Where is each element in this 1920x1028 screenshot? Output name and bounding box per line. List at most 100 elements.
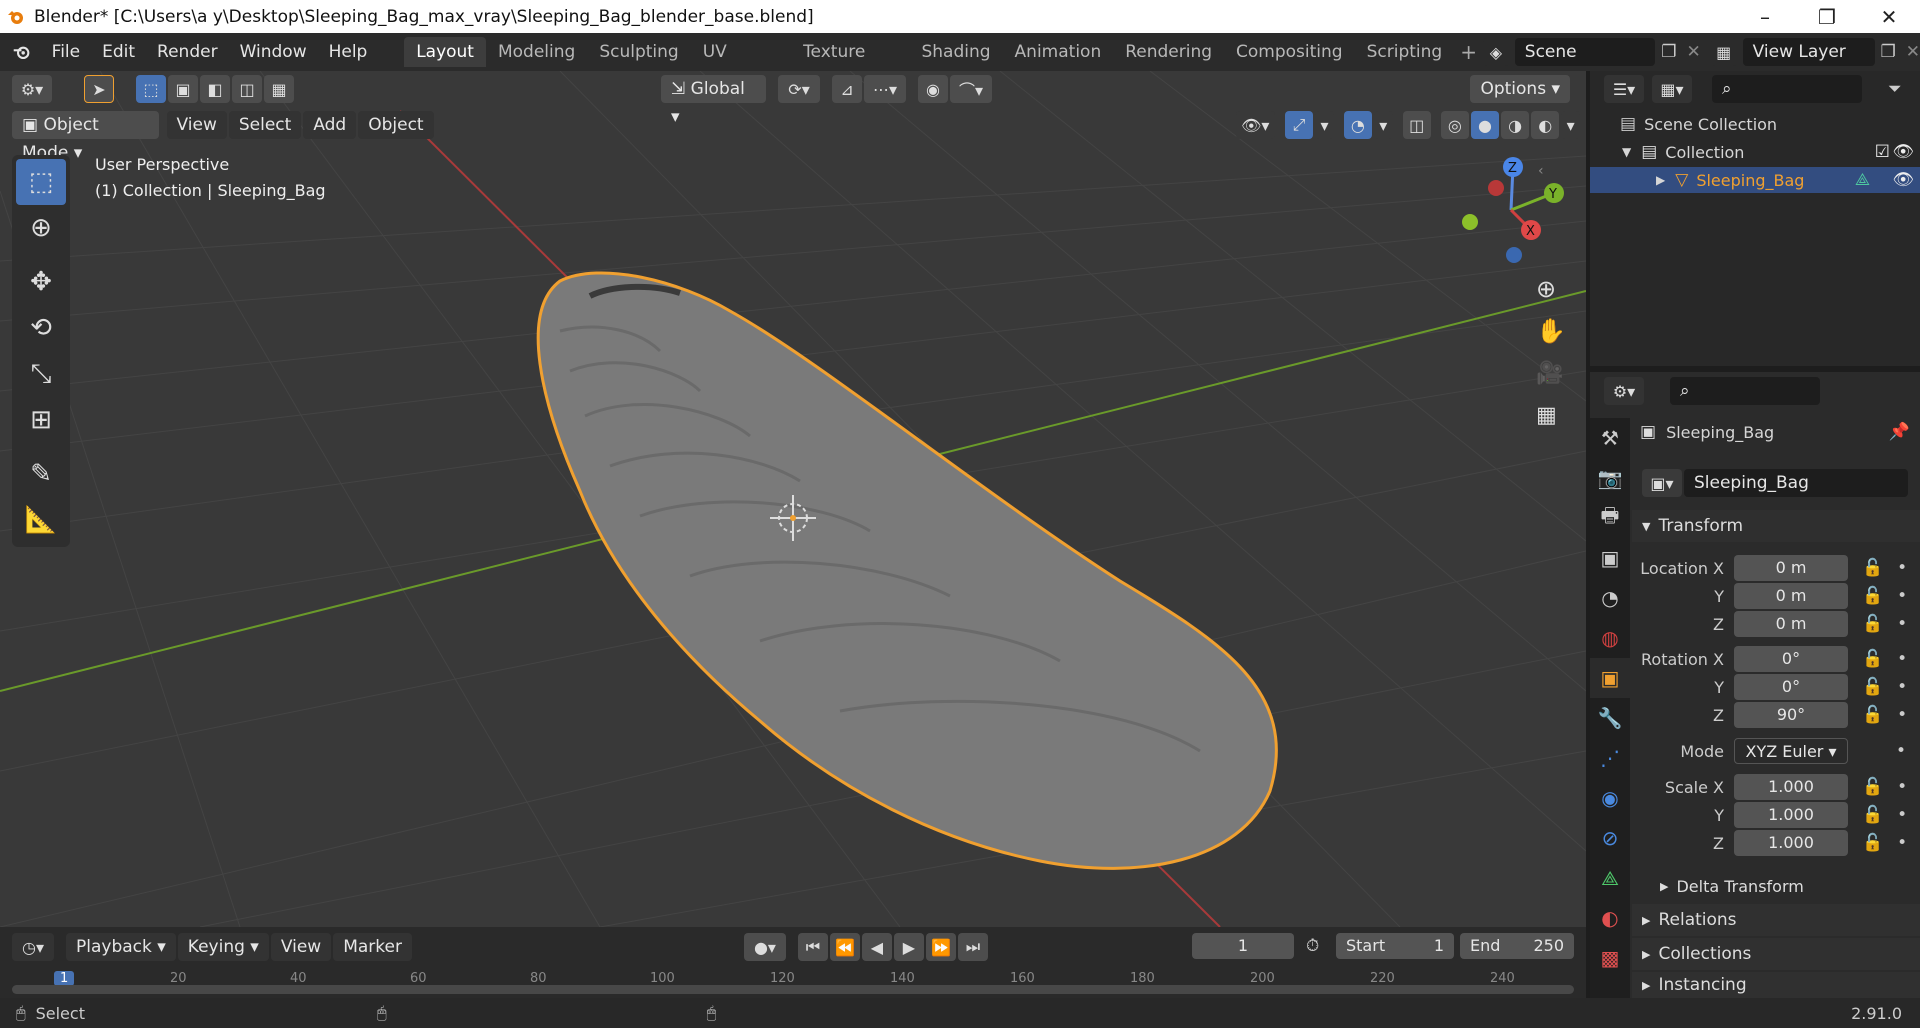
current-frame-field[interactable]: 1 [1192, 933, 1294, 959]
timeline-menu-keying[interactable]: Keying ▾ [177, 933, 269, 961]
ortho-toggle-icon[interactable]: ▦ [1536, 403, 1557, 428]
properties-editor-icon[interactable]: ⚙▾ [1604, 377, 1644, 405]
tab-compositing[interactable]: Compositing [1224, 37, 1355, 67]
keyframe-rotation-y-icon[interactable]: • [1897, 677, 1907, 697]
move-tool-icon[interactable]: ✥ [16, 259, 66, 305]
transform-orientation-dropdown[interactable]: ⇲ Global ▾ [661, 75, 766, 127]
tab-sculpting[interactable]: Sculpting [587, 37, 690, 67]
constraints-tab-icon[interactable]: ⊘ [1590, 818, 1630, 858]
outliner-search-input[interactable]: ⌕ [1712, 75, 1862, 103]
tab-layout[interactable]: Layout [404, 37, 486, 67]
play-icon[interactable]: ▶ [893, 933, 924, 961]
camera-view-icon[interactable]: 🎥 [1536, 361, 1563, 386]
lock-location-y-icon[interactable]: 🔓 [1862, 586, 1883, 606]
shading-rendered-icon[interactable]: ◐ [1531, 111, 1560, 139]
pivot-point-icon[interactable]: ⟳▾ [778, 75, 820, 103]
measure-tool-icon[interactable]: 📐 [16, 497, 66, 543]
menu-file[interactable]: File [41, 37, 91, 67]
xray-toggle-icon[interactable]: ◫ [1402, 111, 1431, 139]
outliner-editor-icon[interactable]: ☰▾ [1604, 75, 1644, 103]
timeline-menu-view[interactable]: View [270, 933, 332, 961]
viewport-menu-select[interactable]: Select [228, 111, 302, 139]
lock-rotation-z-icon[interactable]: 🔓 [1862, 705, 1883, 725]
menu-window[interactable]: Window [229, 37, 318, 67]
timeline-menu-playback[interactable]: Playback ▾ [66, 933, 176, 961]
outliner-row-scene-collection[interactable]: ▤ Scene Collection [1620, 111, 1777, 137]
location-y-field[interactable]: 0 m [1734, 583, 1848, 609]
output-tab-icon[interactable]: 🖶 [1590, 498, 1630, 538]
zoom-icon[interactable]: ⊕ [1536, 275, 1556, 303]
rotation-z-field[interactable]: 90° [1734, 702, 1848, 728]
tab-texture-paint[interactable]: Texture Paint [791, 37, 909, 92]
collection-checkbox-icon[interactable]: ☑ [1875, 142, 1890, 162]
overlay-dropdown-icon[interactable]: ▾ [1373, 111, 1393, 139]
scene-tab-icon[interactable]: ◔ [1590, 578, 1630, 618]
location-z-field[interactable]: 0 m [1734, 611, 1848, 637]
outliner-display-mode-icon[interactable]: ▦▾ [1652, 75, 1692, 103]
world-tab-icon[interactable]: ◍ [1590, 618, 1630, 658]
scale-tool-icon[interactable]: ⤡ [16, 351, 66, 397]
select-box-new-icon[interactable]: ⬚ [136, 75, 166, 103]
rotation-x-field[interactable]: 0° [1734, 646, 1848, 672]
select-box-intersect-icon[interactable]: ▦ [264, 75, 294, 103]
new-scene-icon[interactable]: ❐ [1661, 42, 1676, 62]
delta-transform-header[interactable]: ▶ Delta Transform [1632, 870, 1920, 902]
modifier-tab-icon[interactable]: 🔧 [1590, 698, 1630, 738]
menu-help[interactable]: Help [318, 37, 379, 67]
gizmo-dropdown-icon[interactable]: ▾ [1315, 111, 1334, 139]
tab-scripting[interactable]: Scripting [1355, 37, 1455, 67]
jump-keyframe-forward-icon[interactable]: ⏩ [925, 933, 956, 961]
menu-render[interactable]: Render [146, 37, 229, 67]
keyframe-location-y-icon[interactable]: • [1897, 586, 1907, 606]
menu-edit[interactable]: Edit [91, 37, 146, 67]
start-frame-field[interactable]: Start 1 [1336, 933, 1454, 959]
view-layer-field[interactable]: View Layer [1742, 38, 1875, 66]
timeline-editor-icon[interactable]: ◷▾ [12, 933, 54, 961]
scale-y-field[interactable]: 1.000 [1734, 802, 1848, 828]
jump-keyframe-back-icon[interactable]: ⏪ [829, 933, 860, 961]
blender-menu-icon[interactable] [12, 42, 33, 62]
jump-start-icon[interactable]: ⏮ [797, 933, 828, 961]
minimize-button[interactable]: – [1734, 0, 1796, 33]
tab-uv-editing[interactable]: UV Editing [691, 37, 791, 92]
3d-viewport[interactable]: ⚙▾ ➤ ⬚ ▣ ◧ ◫ ▦ ⇲ Global ▾ ⟳▾ ⊿ ⋯▾ ◉ ⌒▾ O… [0, 71, 1586, 927]
editor-type-icon[interactable]: ⚙▾ [12, 75, 52, 103]
shading-wireframe-icon[interactable]: ◎ [1440, 111, 1469, 139]
navigation-gizmo[interactable]: Z Y X [1456, 155, 1566, 265]
relations-panel-header[interactable]: ▶ Relations [1632, 904, 1920, 936]
scene-selector-icon[interactable]: ◈ [1482, 38, 1509, 66]
annotate-tool-icon[interactable]: ✎ [16, 451, 66, 497]
delete-view-layer-icon[interactable]: ✕ [1906, 42, 1920, 62]
overlay-toggle-icon[interactable]: ◔ [1343, 111, 1372, 139]
cursor-tool-icon[interactable]: ⊕ [16, 205, 66, 251]
keyframe-scale-z-icon[interactable]: • [1897, 833, 1907, 853]
select-box-subtract-icon[interactable]: ◧ [200, 75, 230, 103]
rotate-tool-icon[interactable]: ⟲ [16, 305, 66, 351]
maximize-button[interactable]: ❐ [1796, 0, 1858, 33]
jump-end-icon[interactable]: ⏭ [957, 933, 988, 961]
material-tab-icon[interactable]: ◐ [1590, 898, 1630, 938]
view-layer-tab-icon[interactable]: ▣ [1590, 538, 1630, 578]
close-button[interactable]: ✕ [1858, 0, 1920, 33]
tab-shading[interactable]: Shading [909, 37, 1002, 67]
select-box-extend-icon[interactable]: ▣ [168, 75, 198, 103]
collection-visibility-icon[interactable]: 👁 [1892, 142, 1914, 162]
transform-tool-icon[interactable]: ⊞ [16, 397, 66, 443]
lock-scale-z-icon[interactable]: 🔓 [1862, 833, 1883, 853]
object-visibility-icon[interactable]: 👁 [1892, 170, 1914, 190]
shading-material-icon[interactable]: ◑ [1501, 111, 1530, 139]
keyframe-mode-icon[interactable]: • [1896, 741, 1906, 761]
pin-icon[interactable]: 📌 [1889, 422, 1910, 442]
keyframe-location-x-icon[interactable]: • [1897, 558, 1907, 578]
texture-tab-icon[interactable]: ▩ [1590, 938, 1630, 978]
select-tool-icon[interactable]: ➤ [84, 75, 114, 103]
scale-z-field[interactable]: 1.000 [1734, 830, 1848, 856]
proportional-falloff-icon[interactable]: ⌒▾ [950, 75, 992, 103]
options-dropdown[interactable]: Options ▾ [1470, 75, 1570, 103]
select-box-tool-icon[interactable]: ⬚ [16, 159, 66, 205]
lock-scale-y-icon[interactable]: 🔓 [1862, 805, 1883, 825]
tool-tab-icon[interactable]: ⚒ [1590, 418, 1630, 458]
play-reverse-icon[interactable]: ◀ [861, 933, 892, 961]
transform-panel-header[interactable]: ▼ Transform [1632, 510, 1920, 542]
shading-dropdown-icon[interactable]: ▾ [1561, 111, 1580, 139]
